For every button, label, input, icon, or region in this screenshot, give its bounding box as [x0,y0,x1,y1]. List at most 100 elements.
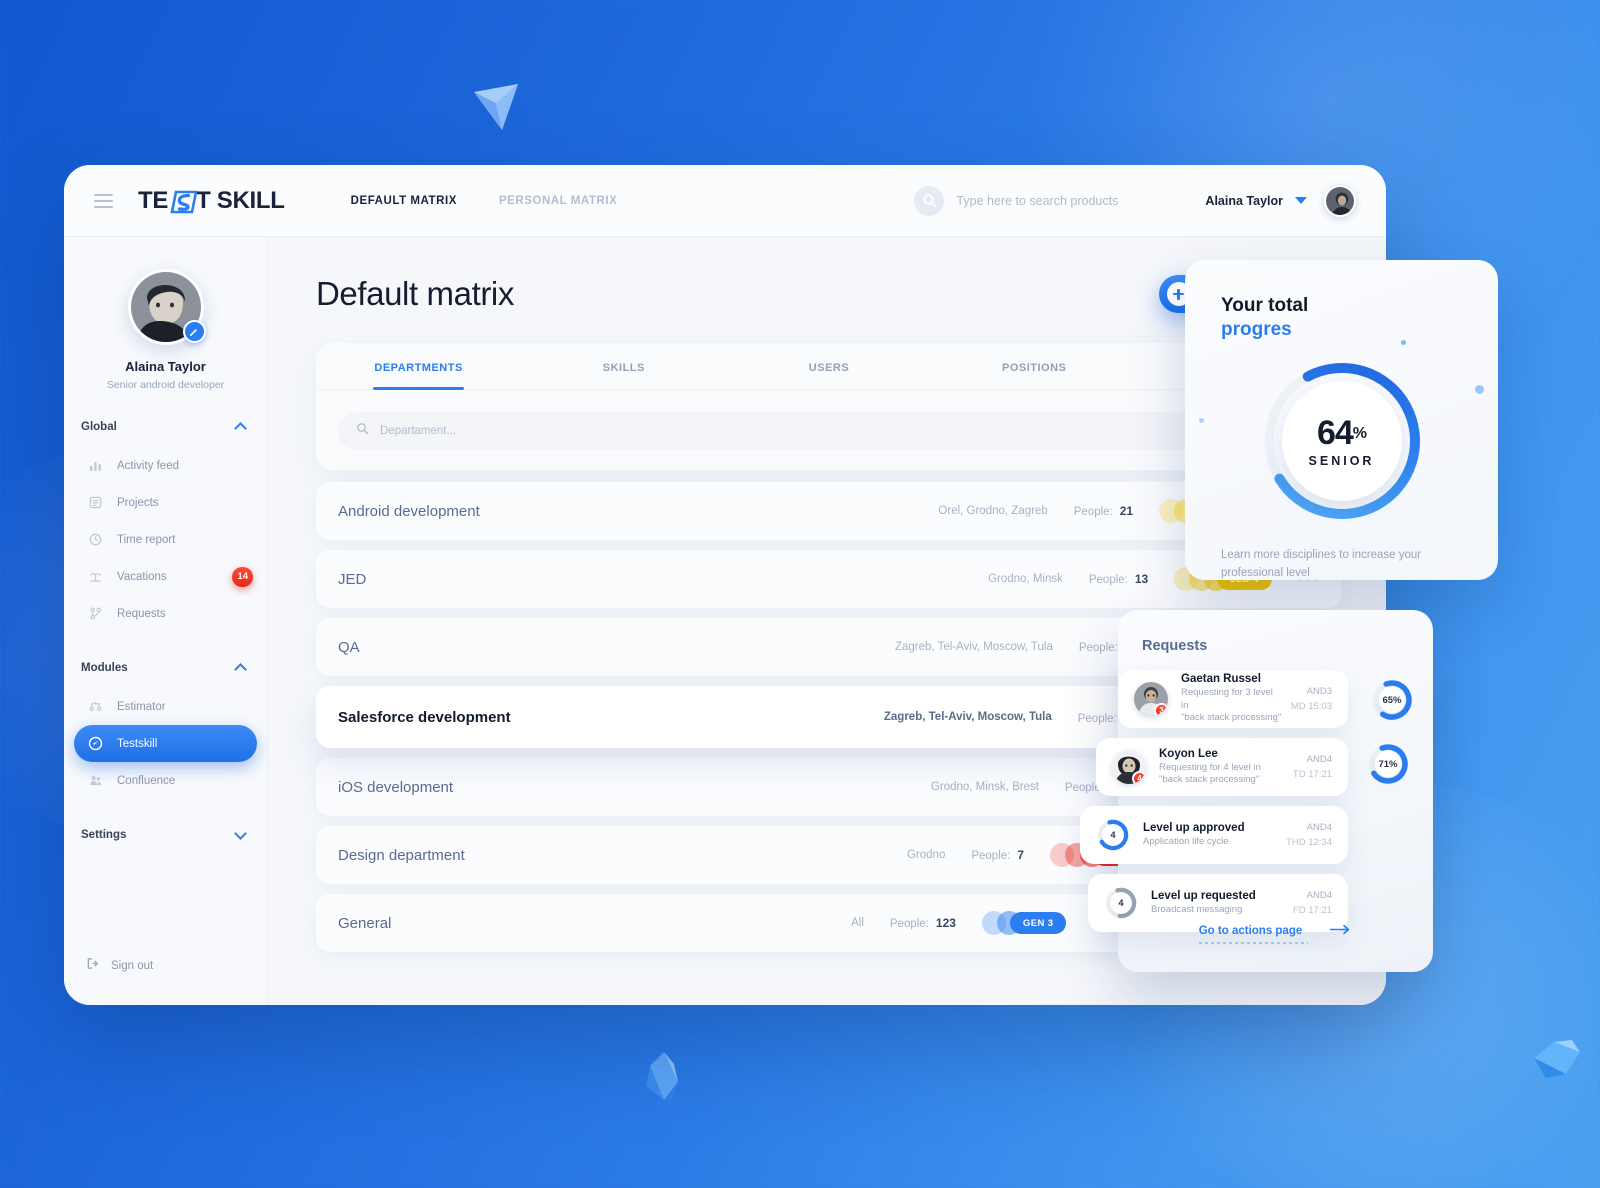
request-code: AND4 [1306,890,1332,901]
request-count-badge: 3 [1154,703,1168,716]
go-to-actions-link[interactable]: Go to actions page [1118,922,1433,944]
sidebar-item-label: Testskill [117,737,158,750]
department-name: Android development [338,502,480,520]
top-nav: DEFAULT MATRIX PERSONAL MATRIX [351,195,618,207]
department-cities: Grodno, Minsk [988,573,1063,585]
request-desc-line1: Requesting for 3 level in [1181,687,1273,711]
nav-default-matrix[interactable]: DEFAULT MATRIX [351,195,457,207]
sparkle-dot [1475,385,1484,394]
total-progress-title-line2: progres [1221,318,1292,340]
sidebar-group-settings-label: Settings [81,829,127,841]
request-code: AND4 [1306,822,1332,833]
avatar[interactable] [1324,184,1356,217]
sidebar-item-label: Confluence [117,774,176,787]
chevron-down-icon [234,827,247,840]
progress-ring: 64% SENIOR [1257,356,1427,526]
nav-personal-matrix[interactable]: PERSONAL MATRIX [499,195,617,207]
hamburger-menu-icon[interactable] [94,193,113,208]
list-item[interactable]: 3 Gaetan Russel Requesting for 3 level i… [1118,670,1348,728]
people-label: People: [1073,506,1113,518]
request-time: TD 17:21 [1292,769,1332,780]
bar-chart-icon [86,459,105,472]
department-search[interactable] [338,412,1320,450]
request-time: FD 17:21 [1292,905,1332,916]
level-ring-icon: 4 [1104,886,1138,920]
people-count: 7 [1017,848,1025,862]
tab-skills[interactable]: SKILLS [521,343,726,389]
sign-out-icon [86,957,99,975]
decorative-triangle-shape [470,78,528,136]
request-desc-line2: "back stack processing" [1181,712,1282,724]
request-count-badge: 4 [1132,771,1146,784]
request-progress-value: 65% [1379,687,1405,713]
page-title: Default matrix [316,275,514,312]
sidebar-group-global-header[interactable]: Global [64,417,267,437]
decorative-gem-shape [1528,1030,1600,1092]
arrow-right-icon [1330,922,1352,940]
request-desc-line1: Broadcast messaging [1151,903,1243,915]
edit-profile-icon[interactable] [182,320,206,343]
tab-positions[interactable]: POSITIONS [932,343,1137,389]
logo-text-prefix: TE [138,186,169,214]
avatar: 3 [1134,682,1168,716]
people-icon [86,774,105,787]
sparkle-dot [1199,418,1204,423]
total-progress-note: Learn more disciplines to increase your … [1221,548,1422,580]
department-cities: Zagreb, Tel-Aviv, Moscow, Tula [894,641,1053,653]
level-value: 4 [1110,892,1132,914]
chevron-down-icon[interactable] [1295,197,1307,204]
tab-departments[interactable]: DEPARTMENTS [316,343,521,390]
global-search-input[interactable] [956,193,1172,208]
request-code: AND3 [1306,686,1332,697]
request-desc-line1: Application life cycle [1143,835,1229,847]
level-value: 4 [1102,824,1124,846]
sidebar-group-modules: Modules Estimator Testskill Confluence [64,658,267,799]
progress-percent-symbol: % [1352,424,1367,442]
request-code: AND4 [1306,754,1332,765]
sidebar-group-modules-label: Modules [81,662,128,674]
sidebar-item-estimator[interactable]: Estimator [74,688,257,725]
sign-out-button[interactable]: Sign out [74,949,153,983]
clock-icon [86,533,105,546]
sidebar-item-requests[interactable]: Requests [74,595,257,632]
sidebar-item-label: Activity feed [117,459,179,472]
tab-users[interactable]: USERS [726,343,931,389]
logo-s-icon [169,190,198,213]
app-logo[interactable]: TE T SKILL [138,187,285,215]
profile-role: Senior android developer [106,379,225,391]
sidebar-group-global-label: Global [81,421,117,433]
sign-out-label: Sign out [111,960,154,972]
sidebar-item-vacations[interactable]: Vacations 14 [74,558,257,595]
sidebar-group-settings-header[interactable]: Settings [64,825,267,845]
sidebar-item-testskill[interactable]: Testskill [74,725,257,762]
sidebar-profile: Alaina Taylor Senior android developer [64,247,267,391]
department-people: People: 13 [1089,572,1148,586]
sidebar-item-projects[interactable]: Projects [74,484,257,521]
request-desc-line1: Requesting for 4 level in [1159,761,1261,773]
requests-list: 3 Gaetan Russel Requesting for 3 level i… [1032,670,1417,942]
total-progress-title: Your total progres [1221,294,1462,342]
speedometer-icon [86,736,105,751]
sidebar-item-confluence[interactable]: Confluence [74,762,257,799]
request-time: THD 12:34 [1286,837,1332,848]
department-search-input[interactable] [380,425,1302,437]
people-label: People: [889,918,929,930]
requests-title: Requests [1142,638,1208,654]
people-label: People: [971,850,1011,862]
sidebar-item-label: Requests [117,607,166,620]
table-row[interactable]: General All People:123 GEN 3 ••• [316,894,1137,952]
department-name: Salesforce development [338,708,511,726]
global-search[interactable] [914,185,1172,216]
progress-value: 64% [1317,414,1367,453]
chevron-up-icon [234,422,247,435]
request-name: Koyon Lee [1159,747,1218,760]
nodes-icon [86,700,105,713]
sidebar-badge-vacations: 14 [232,566,253,587]
list-item[interactable]: 4 Koyon Lee Requesting for 4 level in "b… [1096,738,1348,796]
sidebar-item-time-report[interactable]: Time report [74,521,257,558]
sidebar-group-modules-header[interactable]: Modules [64,658,267,678]
list-item[interactable]: 4 Level up approved Application life cyc… [1080,806,1348,864]
sidebar-item-activity-feed[interactable]: Activity feed [74,447,257,484]
department-cities: Grodno [906,849,946,861]
request-name: Level up approved [1143,821,1245,834]
